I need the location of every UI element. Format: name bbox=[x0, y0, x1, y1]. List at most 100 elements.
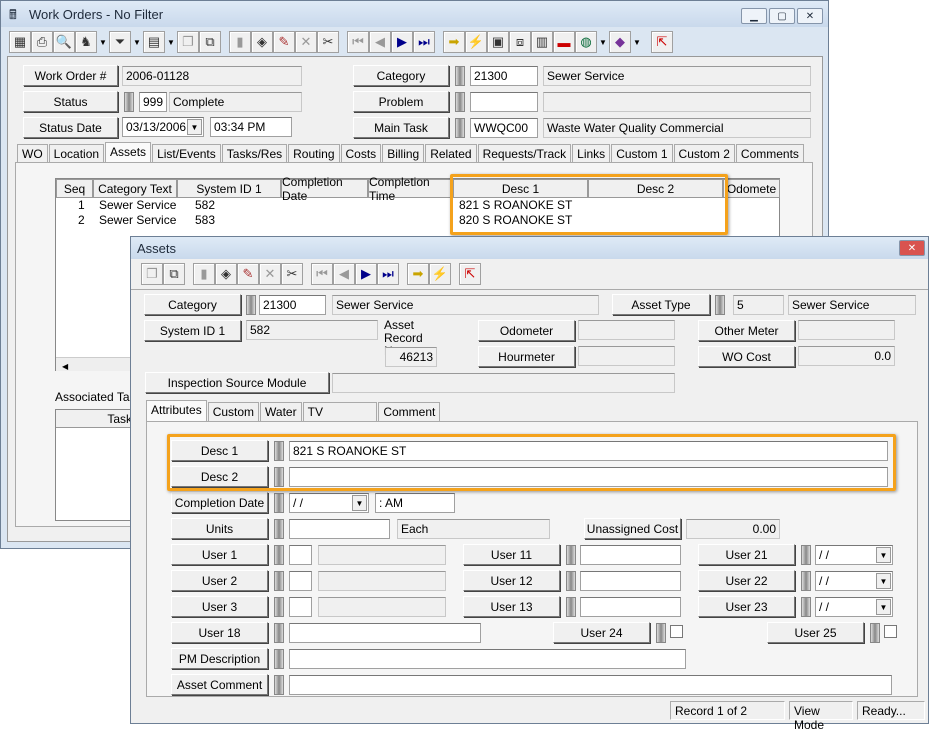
column-header-category-text[interactable]: Category Text bbox=[93, 179, 177, 198]
exit-icon[interactable]: ⇱ bbox=[459, 263, 481, 285]
scroll-left-icon[interactable]: ◀ bbox=[56, 362, 68, 371]
odometer-field[interactable] bbox=[578, 320, 675, 340]
completion-date-field[interactable]: / / ▼ bbox=[289, 493, 369, 513]
prev-icon[interactable]: ◀ bbox=[369, 31, 391, 53]
category-lookup-indicator[interactable] bbox=[455, 66, 465, 86]
user-23-button[interactable]: User 23 bbox=[698, 596, 795, 617]
first-icon[interactable]: ⏮ bbox=[347, 31, 369, 53]
save-icon[interactable]: ▮ bbox=[229, 31, 251, 53]
chevron-down-icon[interactable]: ▼ bbox=[352, 495, 367, 511]
user-23-indicator[interactable] bbox=[801, 597, 811, 617]
save-icon[interactable]: ▮ bbox=[193, 263, 215, 285]
user-3-button[interactable]: User 3 bbox=[171, 596, 268, 617]
user-icon[interactable]: ♞ bbox=[75, 31, 97, 53]
last-icon[interactable]: ⏭ bbox=[413, 31, 435, 53]
user-2-button[interactable]: User 2 bbox=[171, 570, 268, 591]
flow-icon[interactable]: ⧈ bbox=[509, 31, 531, 53]
tab-location[interactable]: Location bbox=[48, 144, 105, 163]
user-3-indicator[interactable] bbox=[274, 597, 284, 617]
tab-tasks-res[interactable]: Tasks/Res bbox=[221, 144, 288, 163]
user-12-button[interactable]: User 12 bbox=[463, 570, 560, 591]
lightning-icon[interactable]: ⚡ bbox=[429, 263, 451, 285]
status-code-field[interactable]: 999 bbox=[139, 92, 167, 112]
completion-date-indicator[interactable] bbox=[274, 493, 284, 513]
column-header-completion-time[interactable]: Completion Time bbox=[368, 175, 453, 203]
asset-category-button[interactable]: Category bbox=[144, 294, 241, 315]
grid-cell[interactable]: 582 bbox=[195, 198, 215, 212]
status-button[interactable]: Status bbox=[23, 91, 118, 112]
user-24-button[interactable]: User 24 bbox=[553, 622, 650, 643]
user-22-button[interactable]: User 22 bbox=[698, 570, 795, 591]
wo-cost-button[interactable]: WO Cost bbox=[698, 346, 795, 367]
user-21-date-field[interactable]: / / ▼ bbox=[815, 545, 893, 565]
tab-comment[interactable]: Comment bbox=[378, 402, 441, 421]
user-21-indicator[interactable] bbox=[801, 545, 811, 565]
grid-cell[interactable]: Sewer Service bbox=[99, 198, 176, 212]
chevron-down-icon[interactable]: ▼ bbox=[597, 31, 609, 53]
filter-icon[interactable]: ⏷ bbox=[109, 31, 131, 53]
copy-icon[interactable]: ❐ bbox=[141, 263, 163, 285]
arrow-icon[interactable]: ➡ bbox=[407, 263, 429, 285]
user-21-button[interactable]: User 21 bbox=[698, 544, 795, 565]
main-task-lookup-indicator[interactable] bbox=[455, 118, 465, 138]
chart-icon[interactable]: ▥ bbox=[531, 31, 553, 53]
main-task-code-field[interactable]: WWQC00 bbox=[470, 118, 538, 138]
cut-icon[interactable]: ✂ bbox=[281, 263, 303, 285]
status-date-button[interactable]: Status Date bbox=[23, 117, 118, 138]
first-icon[interactable]: ⏮ bbox=[311, 263, 333, 285]
user-1-button[interactable]: User 1 bbox=[171, 544, 268, 565]
grid-cell[interactable]: 2 bbox=[78, 213, 85, 227]
duplicate-icon[interactable]: ⧉ bbox=[163, 263, 185, 285]
grid-cell[interactable]: 1 bbox=[78, 198, 85, 212]
asset-type-indicator[interactable] bbox=[715, 295, 725, 315]
close-button[interactable]: ✕ bbox=[797, 8, 823, 24]
units-indicator[interactable] bbox=[274, 519, 284, 539]
units-field[interactable] bbox=[289, 519, 390, 539]
asset-category-code[interactable]: 21300 bbox=[259, 295, 326, 315]
horizontal-scrollbar[interactable]: ◀ bbox=[56, 357, 136, 371]
pm-description-indicator[interactable] bbox=[274, 649, 284, 669]
user-1-code[interactable] bbox=[289, 545, 312, 565]
column-header-seq[interactable]: Seq bbox=[56, 179, 93, 198]
tab-billing[interactable]: Billing bbox=[382, 144, 425, 163]
column-header-odomete[interactable]: Odomete bbox=[723, 179, 780, 198]
toolbox-icon[interactable]: ▬ bbox=[553, 31, 575, 53]
stack-icon[interactable]: ◈ bbox=[251, 31, 273, 53]
pm-description-button[interactable]: PM Description bbox=[171, 648, 268, 669]
tab-requests-track[interactable]: Requests/Track bbox=[477, 144, 572, 163]
problem-button[interactable]: Problem bbox=[353, 91, 449, 112]
chevron-down-icon[interactable]: ▼ bbox=[876, 573, 891, 589]
lightning-icon[interactable]: ⚡ bbox=[465, 31, 487, 53]
report-icon[interactable]: ▤ bbox=[143, 31, 165, 53]
prev-icon[interactable]: ◀ bbox=[333, 263, 355, 285]
asset-category-indicator[interactable] bbox=[246, 295, 256, 315]
unassigned-cost-button[interactable]: Unassigned Cost bbox=[584, 518, 681, 539]
user-3-code[interactable] bbox=[289, 597, 312, 617]
globe-icon[interactable]: ◍ bbox=[575, 31, 597, 53]
user-2-indicator[interactable] bbox=[274, 571, 284, 591]
pm-description-field[interactable] bbox=[289, 649, 686, 669]
system-id-field[interactable]: 582 bbox=[246, 320, 378, 340]
cut-icon[interactable]: ✂ bbox=[317, 31, 339, 53]
tab-routing[interactable]: Routing bbox=[288, 144, 340, 163]
next-icon[interactable]: ▶ bbox=[391, 31, 413, 53]
chevron-down-icon[interactable]: ▼ bbox=[187, 119, 202, 135]
chevron-down-icon[interactable]: ▼ bbox=[876, 547, 891, 563]
grid-icon[interactable]: ▦ bbox=[9, 31, 31, 53]
user-18-button[interactable]: User 18 bbox=[171, 622, 268, 643]
copy-icon[interactable]: ❐ bbox=[177, 31, 199, 53]
delete-icon[interactable]: ✕ bbox=[295, 31, 317, 53]
chevron-down-icon[interactable]: ▼ bbox=[131, 31, 143, 53]
arrow-icon[interactable]: ➡ bbox=[443, 31, 465, 53]
minimize-button[interactable]: ▁ bbox=[741, 8, 767, 24]
tab-links[interactable]: Links bbox=[572, 144, 611, 163]
next-icon[interactable]: ▶ bbox=[355, 263, 377, 285]
hourmeter-field[interactable] bbox=[578, 346, 675, 366]
user-23-date-field[interactable]: / / ▼ bbox=[815, 597, 893, 617]
category-code-field[interactable]: 21300 bbox=[470, 66, 538, 86]
user-12-field[interactable] bbox=[580, 571, 681, 591]
user-24-indicator[interactable] bbox=[656, 623, 666, 643]
map-icon[interactable]: ▣ bbox=[487, 31, 509, 53]
grid-cell[interactable]: Sewer Service bbox=[99, 213, 176, 227]
tab-costs[interactable]: Costs bbox=[340, 144, 382, 163]
